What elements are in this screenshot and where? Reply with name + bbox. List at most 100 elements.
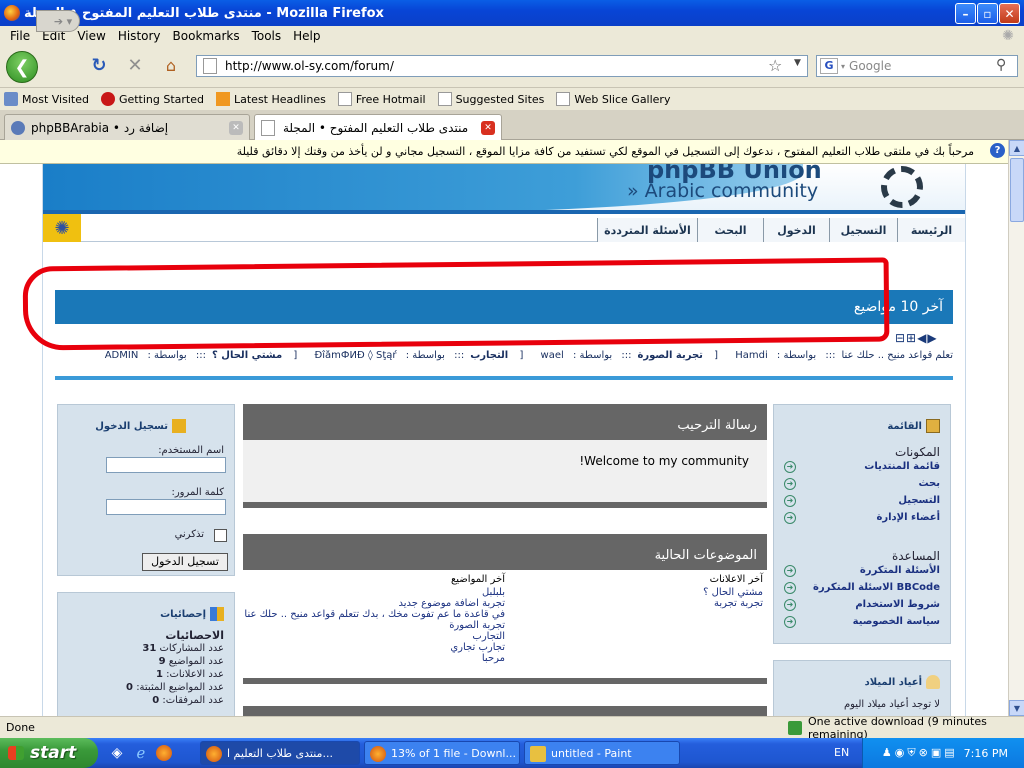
bookmark-most-visited[interactable]: Most Visited	[4, 92, 89, 106]
topic-link[interactable]: في قاعدة ما عم تفوت مخك ، بدك تتعلم قواع…	[243, 609, 505, 620]
search-icon[interactable]: ⚲	[996, 57, 1006, 73]
download-icon[interactable]	[788, 720, 802, 735]
ticker-topic[interactable]: تعلم قواعد منيح .. حلك عنا	[841, 350, 953, 361]
tab-phpbbarabia[interactable]: phpBBArabia • إضافة رد ✕	[4, 114, 250, 140]
maximize-button[interactable]: ▫	[977, 3, 998, 24]
stop-button[interactable]: ✕	[124, 55, 146, 76]
task-paint[interactable]: untitled - Paint	[524, 741, 680, 765]
remember-checkbox[interactable]	[214, 529, 227, 542]
tab-close-icon[interactable]: ✕	[481, 121, 495, 135]
reload-icon: ↻	[91, 54, 107, 76]
ticker-topic[interactable]: مشتي الحال ؟	[212, 350, 282, 361]
announcement-link[interactable]: تجربة تجربة	[563, 598, 763, 609]
search-box[interactable]: G ▾ Google	[816, 55, 1018, 77]
bookmark-latest-headlines[interactable]: Latest Headlines	[216, 92, 326, 106]
back-button[interactable]: ❮	[6, 51, 38, 83]
nav-login[interactable]: الدخول	[763, 218, 829, 242]
help-link[interactable]: BBCode الاسئلة المتكررة	[813, 582, 940, 593]
engine-dropdown-icon[interactable]: ▾	[841, 62, 845, 71]
task-downloads[interactable]: 13% of 1 file - Downl...	[364, 741, 520, 765]
tab-close-icon[interactable]: ✕	[229, 121, 243, 135]
help-question-icon[interactable]: ?	[990, 143, 1005, 158]
menu-tools[interactable]: Tools	[252, 29, 282, 43]
address-bar[interactable]: http://www.ol-sy.com/forum/	[196, 55, 808, 77]
forward-button[interactable]: ➔ ▾	[36, 10, 80, 32]
scroll-up-icon[interactable]: ▲	[1009, 140, 1024, 156]
start-button[interactable]: start	[0, 738, 98, 768]
nav-register[interactable]: التسجيل	[829, 218, 897, 242]
bookmark-suggested-sites[interactable]: Suggested Sites	[437, 92, 544, 106]
network-icon[interactable]: ♟	[882, 746, 895, 759]
minimize-button[interactable]: –	[955, 3, 976, 24]
close-window-button[interactable]: ✕	[999, 3, 1020, 24]
topic-link[interactable]: التجارب	[243, 631, 505, 642]
ticker-topic[interactable]: التجارب	[470, 350, 508, 361]
birthday-panel: أعياد الميلاد لا توجد أعياد ميلاد اليوم	[773, 660, 951, 716]
maximize-icon: ▫	[983, 6, 992, 21]
bookmark-free-hotmail[interactable]: Free Hotmail	[337, 92, 426, 106]
tray-icons[interactable]: ♟◉⛨⊗▣▤	[882, 746, 958, 760]
topic-link[interactable]: تجربة اضافة موضوع جديد	[243, 598, 505, 609]
cake-icon	[926, 675, 940, 689]
ticker-sep: :::	[454, 350, 465, 361]
clock[interactable]: 7:16 PM	[964, 747, 1008, 760]
menu-link[interactable]: قائمة المنتديات	[864, 461, 940, 472]
ticker-by: بواسطة :	[147, 350, 187, 361]
menu-help[interactable]: Help	[293, 29, 320, 43]
printer-icon[interactable]: ▣	[931, 746, 944, 759]
show-desktop-icon[interactable]: ◈	[108, 744, 126, 762]
topic-link[interactable]: مرحبا	[243, 653, 505, 664]
help-link[interactable]: سياسة الخصوصية	[853, 616, 940, 627]
menu-link[interactable]: التسجيل	[898, 495, 940, 506]
bookmark-getting-started[interactable]: Getting Started	[100, 92, 204, 106]
ticker-author[interactable]: Hamdi	[735, 350, 768, 361]
menu-link[interactable]: بحث	[918, 478, 940, 489]
security-icon[interactable]: ⛨	[907, 746, 918, 759]
ticker-author[interactable]: wael	[541, 350, 564, 361]
nav-faq[interactable]: الأسئلة المترددة	[597, 218, 697, 242]
home-icon: ⌂	[165, 55, 177, 75]
volume-icon[interactable]: ◉	[895, 746, 908, 759]
task-label: untitled - Paint	[551, 746, 632, 760]
menu-history[interactable]: History	[118, 29, 161, 43]
download-status[interactable]: One active download (9 minutes remaining…	[808, 715, 1024, 741]
topic-link[interactable]: تجارب تجاري	[243, 642, 505, 653]
firefox-quicklaunch-icon[interactable]	[156, 745, 172, 761]
bookmark-web-slice-gallery[interactable]: Web Slice Gallery	[556, 92, 670, 106]
scroll-thumb[interactable]	[1010, 158, 1024, 222]
bookmark-star-icon[interactable]: ☆	[768, 56, 782, 75]
help-link[interactable]: شروط الاستخدام	[855, 599, 940, 610]
task-firefox-forum[interactable]: منتدى طلاب التعليم ا...	[200, 741, 360, 765]
menu-file[interactable]: File	[10, 29, 30, 43]
announcement-link[interactable]: مشتي الحال ؟	[563, 587, 763, 598]
ticker-topic[interactable]: تجربة الصورة	[637, 350, 702, 361]
address-dropdown-icon[interactable]: ▼	[794, 58, 801, 68]
welcome-footer-bar	[243, 502, 767, 508]
password-input[interactable]	[106, 499, 226, 515]
language-indicator[interactable]: EN	[834, 746, 849, 759]
window-titlebar[interactable]: منتدى طلاب التعليم المفتوح • المجلة - Mo…	[0, 0, 1024, 26]
ticker-controls[interactable]: ⊟⊞◀▶	[895, 331, 938, 345]
ie-icon[interactable]: ℯ	[132, 744, 150, 762]
google-engine-icon[interactable]: G	[820, 58, 838, 74]
home-button[interactable]: ⌂	[160, 55, 182, 75]
ticker-author[interactable]: ADMIN	[105, 350, 139, 361]
topic-link[interactable]: تجربة الصورة	[243, 620, 505, 631]
forum-page: phpBB Union » Arabic community ✺ الأسئلة…	[22, 164, 966, 716]
topic-link[interactable]: بلبلبل	[243, 587, 505, 598]
menu-bookmarks[interactable]: Bookmarks	[173, 29, 240, 43]
login-button[interactable]: تسجيل الدخول	[142, 553, 228, 571]
shield-icon[interactable]: ⊗	[919, 746, 931, 759]
menu-link[interactable]: أعضاء الإدارة	[876, 512, 940, 523]
reload-button[interactable]: ↻	[88, 54, 110, 76]
vertical-scrollbar[interactable]: ▲ ▼	[1008, 140, 1024, 716]
monitor-icon[interactable]: ▤	[944, 746, 957, 759]
ticker-author[interactable]: ÐîåmФИÐ ◊ Šţąŕ	[314, 350, 396, 361]
menu-view[interactable]: View	[77, 29, 105, 43]
stats-heading: الاحصائيات	[165, 629, 224, 642]
tab-ol-sy-forum[interactable]: منتدى طلاب التعليم المفتوح • المجلة ✕	[254, 114, 502, 141]
nav-home[interactable]: الرئيسة	[897, 218, 965, 242]
nav-search[interactable]: البحث	[697, 218, 763, 242]
username-input[interactable]	[106, 457, 226, 473]
help-link[interactable]: الأسئلة المتكررة	[860, 565, 940, 576]
